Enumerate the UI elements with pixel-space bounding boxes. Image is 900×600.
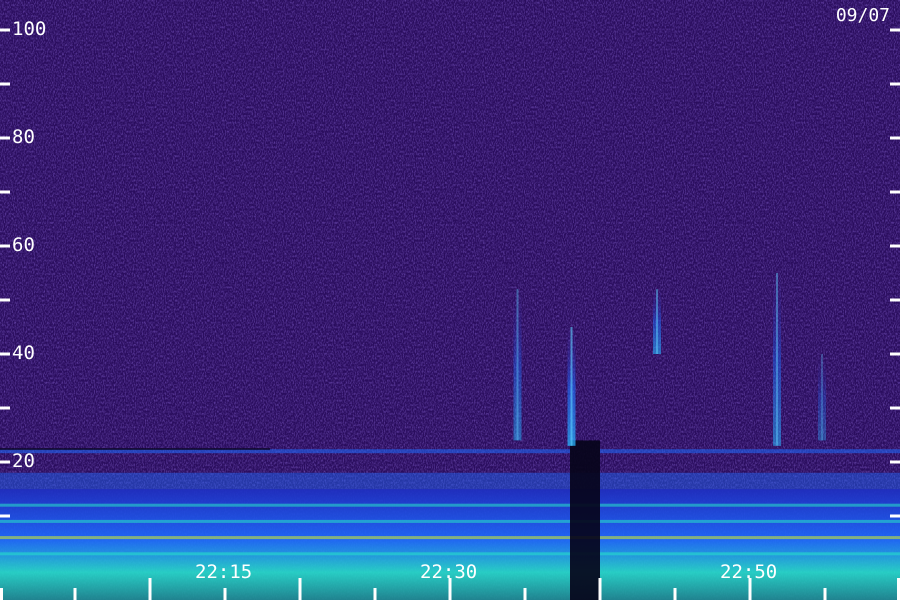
vertical-streak-core xyxy=(570,327,573,446)
low-band-line xyxy=(0,503,900,507)
y-tick-left xyxy=(0,460,10,464)
vertical-streak-core xyxy=(821,354,823,441)
y-tick-left xyxy=(0,298,10,302)
x-tick xyxy=(598,578,602,600)
horizontal-line-dark xyxy=(0,448,270,451)
y-tick-right xyxy=(890,190,900,194)
y-tick-label: 100 xyxy=(12,18,47,40)
y-tick-right xyxy=(890,406,900,410)
x-tick xyxy=(223,588,227,600)
y-tick-right xyxy=(890,82,900,86)
date-label: 09/07 xyxy=(835,5,890,26)
x-tick xyxy=(298,578,302,600)
y-tick-left xyxy=(0,28,10,32)
x-tick xyxy=(373,588,377,600)
y-tick-label: 20 xyxy=(12,450,35,472)
y-tick-left xyxy=(0,514,10,518)
vertical-streak-core xyxy=(516,289,519,441)
x-tick xyxy=(148,578,152,600)
x-tick xyxy=(0,588,3,600)
y-tick-left xyxy=(0,82,10,86)
x-tick-label: 22:30 xyxy=(420,561,478,583)
y-tick-left xyxy=(0,352,10,356)
y-tick-right xyxy=(890,136,900,140)
y-tick-left xyxy=(0,406,10,410)
y-tick-left xyxy=(0,190,10,194)
x-tick-label: 22:15 xyxy=(195,561,253,583)
y-tick-right xyxy=(890,460,900,464)
x-tick xyxy=(673,588,677,600)
low-band-line xyxy=(0,536,900,540)
signal-gap xyxy=(570,440,600,600)
y-tick-left xyxy=(0,244,10,248)
horizontal-line xyxy=(600,449,900,454)
y-tick-right xyxy=(890,352,900,356)
y-tick-label: 40 xyxy=(12,342,35,364)
x-tick-label: 22:50 xyxy=(720,561,778,583)
y-tick-right xyxy=(890,28,900,32)
x-tick xyxy=(73,588,77,600)
low-band-line xyxy=(0,552,900,556)
vertical-streak-core xyxy=(656,289,658,354)
y-tick-label: 60 xyxy=(12,234,35,256)
spectrogram: 09/07 20 40 60 80 100 22:15 22:30 22:50 xyxy=(0,0,900,600)
spectrogram-plot xyxy=(0,0,900,600)
y-tick-right xyxy=(890,514,900,518)
y-tick-right xyxy=(890,244,900,248)
y-tick-left xyxy=(0,136,10,140)
vertical-streak-core xyxy=(776,273,778,446)
low-band-line xyxy=(0,519,900,523)
y-tick-right xyxy=(890,298,900,302)
x-tick xyxy=(523,588,527,600)
x-tick xyxy=(823,588,827,600)
y-tick-label: 80 xyxy=(12,126,35,148)
